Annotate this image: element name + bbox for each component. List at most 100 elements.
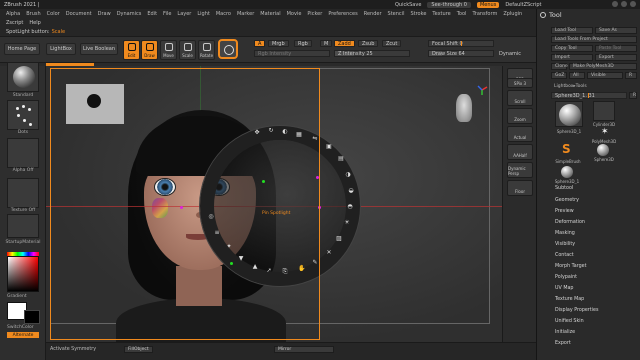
- spotlight-saturation-icon[interactable]: ◒: [348, 188, 354, 194]
- spotlight-hue-icon[interactable]: ◓: [347, 204, 353, 210]
- minimize-icon[interactable]: [612, 1, 618, 7]
- section-visibility[interactable]: Visibility: [555, 242, 575, 247]
- menu-help[interactable]: Help: [29, 20, 40, 26]
- menu-color[interactable]: Color: [47, 11, 60, 17]
- menu-movie[interactable]: Movie: [287, 11, 302, 17]
- menu-dynamics[interactable]: Dynamics: [117, 11, 142, 17]
- scale-button[interactable]: Scale: [179, 40, 196, 60]
- section-contact[interactable]: Contact: [555, 253, 574, 258]
- switchcolor-button[interactable]: SwitchColor: [0, 325, 46, 330]
- all-button[interactable]: All: [569, 72, 585, 79]
- navigation-head-icon[interactable]: [456, 94, 472, 122]
- menu-zscript[interactable]: Zscript: [6, 20, 23, 26]
- menu-draw[interactable]: Draw: [98, 11, 111, 17]
- alternate-button[interactable]: Alternate: [7, 332, 39, 338]
- spotlight-grid-icon[interactable]: ▤: [338, 156, 344, 162]
- quicksave-button[interactable]: QuickSave: [395, 2, 421, 8]
- mirror-button[interactable]: Mirror: [274, 346, 334, 353]
- section-preview[interactable]: Preview: [555, 209, 574, 214]
- lightbox-button[interactable]: LightBox: [46, 43, 76, 55]
- draw-size-slider[interactable]: Draw Size 64: [428, 50, 494, 57]
- zadd-toggle[interactable]: Zadd: [334, 40, 355, 47]
- menu-layer[interactable]: Layer: [177, 11, 191, 17]
- menu-stencil[interactable]: Stencil: [388, 11, 405, 17]
- export-button[interactable]: Export: [595, 54, 637, 61]
- fill-object-button[interactable]: FillObject: [124, 346, 153, 353]
- home-page-button[interactable]: Home Page: [4, 43, 40, 55]
- tool-thumb-polymesh3d[interactable]: ✶: [593, 127, 615, 139]
- spotlight-intensity-icon[interactable]: ☀: [344, 220, 350, 226]
- r-button-2[interactable]: R: [629, 92, 637, 99]
- see-through-slider[interactable]: See-through 0: [427, 1, 471, 8]
- spotlight-delete-icon[interactable]: ✕: [326, 250, 332, 256]
- gradient-label[interactable]: Gradient: [0, 294, 46, 299]
- floor-button[interactable]: Floor: [507, 180, 533, 196]
- tool-thumb-sphere3d[interactable]: [595, 143, 611, 157]
- axis-gizmo-icon[interactable]: [476, 84, 488, 96]
- rotate-button[interactable]: Rotate: [198, 40, 215, 60]
- import-button[interactable]: Import: [551, 54, 593, 61]
- section-texture-map[interactable]: Texture Map: [555, 297, 584, 302]
- save-as-button[interactable]: Save As: [595, 27, 637, 34]
- load-tools-from-project-button[interactable]: Load Tools From Project: [551, 36, 637, 43]
- menu-brush[interactable]: Brush: [26, 11, 40, 17]
- section-deformation[interactable]: Deformation: [555, 220, 585, 225]
- zsub-toggle[interactable]: Zsub: [358, 40, 379, 47]
- spotlight-restore-icon[interactable]: ▣: [326, 144, 332, 150]
- section-morph-target[interactable]: Morph Target: [555, 264, 587, 269]
- activate-symmetry-button[interactable]: Activate Symmetry: [50, 347, 96, 352]
- menu-document[interactable]: Document: [66, 11, 92, 17]
- visible-button[interactable]: Visible: [587, 72, 623, 79]
- menu-light[interactable]: Light: [197, 11, 209, 17]
- section-unified-skin[interactable]: Unified Skin: [555, 319, 584, 324]
- section-display-properties[interactable]: Display Properties: [555, 308, 598, 313]
- palette-gear-icon[interactable]: [540, 12, 546, 18]
- lightbox-tools-button[interactable]: Lightbox▸Tools: [551, 83, 637, 90]
- menu-macro[interactable]: Macro: [216, 11, 231, 17]
- edit-button[interactable]: Edit: [123, 40, 140, 60]
- texture-thumbnail[interactable]: [7, 178, 39, 208]
- draw-button[interactable]: Draw: [141, 40, 158, 60]
- menu-preferences[interactable]: Preferences: [328, 11, 357, 17]
- menu-stroke[interactable]: Stroke: [410, 11, 426, 17]
- live-boolean-button[interactable]: Live Boolean: [80, 43, 118, 55]
- menu-material[interactable]: Material: [260, 11, 280, 17]
- tool-thumb-cylinder3d[interactable]: [593, 101, 615, 121]
- menu-alpha[interactable]: Alpha: [6, 11, 20, 17]
- move-button[interactable]: Move: [160, 40, 177, 60]
- aahalf-button[interactable]: AAHalf: [507, 144, 533, 160]
- stroke-thumbnail[interactable]: [7, 100, 39, 130]
- material-thumbnail[interactable]: [7, 214, 39, 238]
- menu-render[interactable]: Render: [364, 11, 382, 17]
- current-tool-slider[interactable]: Sphere3D_1. 31: [551, 92, 627, 99]
- make-polymesh-button[interactable]: Make PolyMesh3D: [569, 63, 637, 70]
- section-uv-map[interactable]: UV Map: [555, 286, 573, 291]
- rgb-toggle[interactable]: Rgb: [294, 40, 312, 47]
- paste-tool-button[interactable]: Paste Tool: [595, 45, 637, 52]
- zoom-button[interactable]: Zoom: [507, 108, 533, 124]
- menu-picker[interactable]: Picker: [307, 11, 322, 17]
- brush-thumbnail[interactable]: [7, 62, 39, 92]
- maximize-icon[interactable]: [621, 1, 627, 7]
- tool-thumb-simplebrush[interactable]: S: [557, 142, 579, 159]
- rgb-intensity-slider[interactable]: Rgb Intensity: [254, 50, 330, 57]
- section-subtool[interactable]: Subtool: [555, 186, 573, 191]
- clone-button[interactable]: Clone: [551, 63, 568, 70]
- tool-palette-title[interactable]: Tool: [537, 9, 640, 21]
- section-polypaint[interactable]: Polypaint: [555, 275, 577, 280]
- focal-shift-slider[interactable]: Focal Shift 0: [428, 40, 494, 47]
- dynamic-persp-button[interactable]: Dynamic Persp: [507, 162, 533, 178]
- zcut-toggle[interactable]: Zcut: [382, 40, 402, 47]
- mrgb-toggle[interactable]: Mrgb: [268, 40, 289, 47]
- section-initialize[interactable]: Initialize: [555, 330, 575, 335]
- actual-button[interactable]: Actual: [507, 126, 533, 142]
- spotlight-contrast-icon[interactable]: ◑: [345, 172, 351, 178]
- r-button[interactable]: R: [625, 72, 637, 79]
- a-toggle[interactable]: A: [254, 40, 266, 47]
- tool-thumb-sphere3d-1b[interactable]: [559, 165, 575, 179]
- goz-button[interactable]: GoZ: [551, 72, 567, 79]
- alpha-thumbnail[interactable]: [7, 138, 39, 168]
- canvas-viewport[interactable]: Pin Spotlight ✥ ↻ ◐ ▦ ⇋ ▣ ▤ ◑ ◒ ◓ ☀ ▨ ✕ …: [46, 66, 502, 342]
- menus-toggle[interactable]: Menus: [476, 1, 500, 8]
- menu-edit[interactable]: Edit: [147, 11, 157, 17]
